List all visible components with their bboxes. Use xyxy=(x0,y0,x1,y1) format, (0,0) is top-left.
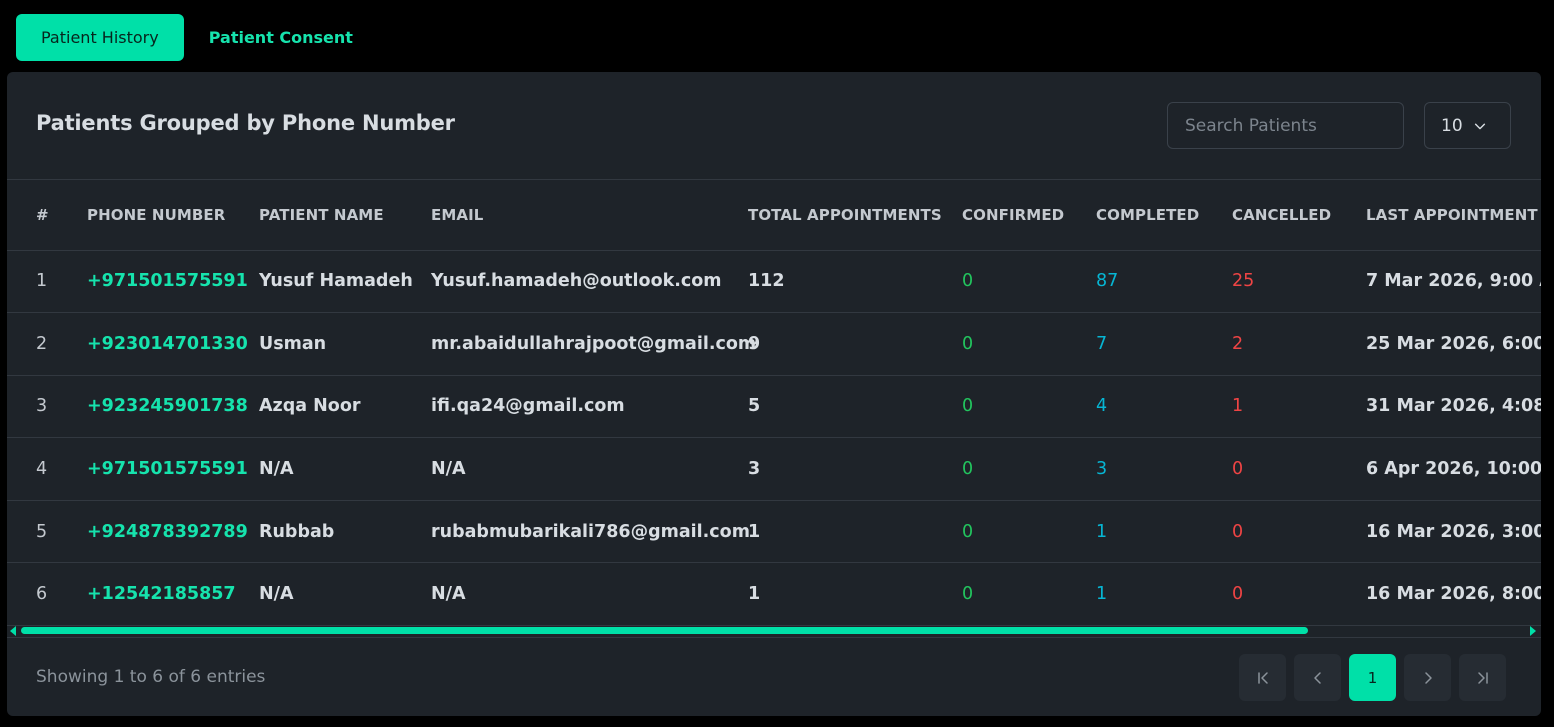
chevron-left-icon xyxy=(1313,671,1321,684)
horizontal-scrollbar[interactable] xyxy=(7,625,1541,637)
cell-last-appointment: 31 Mar 2026, 4:08 PM xyxy=(1366,375,1541,439)
cell-patient-name: N/A xyxy=(259,562,431,627)
card-header: Patients Grouped by Phone Number 10 xyxy=(7,72,1541,180)
cell-cancelled: 2 xyxy=(1232,312,1366,376)
cell-total-appointments: 112 xyxy=(748,250,962,314)
column-header-email[interactable]: EMAIL xyxy=(431,181,748,251)
first-page-button[interactable] xyxy=(1239,654,1286,701)
cell-confirmed: 0 xyxy=(962,375,1096,439)
cell-last-appointment: 16 Mar 2026, 3:00 PM xyxy=(1366,500,1541,564)
cell-total-appointments: 5 xyxy=(748,375,962,439)
page-size-select[interactable]: 10 xyxy=(1424,102,1511,149)
cell-patient-name: Azqa Noor xyxy=(259,375,431,439)
page-title: Patients Grouped by Phone Number xyxy=(36,111,455,135)
cell-email: mr.abaidullahrajpoot@gmail.com xyxy=(431,312,756,376)
column-header-phone[interactable]: PHONE NUMBER xyxy=(87,181,259,251)
cell-confirmed: 0 xyxy=(962,562,1096,627)
patients-table-scroll[interactable]: # PHONE NUMBER PATIENT NAME EMAIL TOTAL … xyxy=(7,181,1541,632)
table-row[interactable]: 2 +923014701330 Usman mr.abaidullahrajpoot@… xyxy=(7,312,1541,376)
pagination: 1 xyxy=(1239,654,1506,701)
column-header-confirmed[interactable]: CONFIRMED xyxy=(962,181,1096,251)
cell-completed: 1 xyxy=(1096,562,1232,627)
patients-card: Patients Grouped by Phone Number 10 # xyxy=(7,72,1541,716)
cell-index: 6 xyxy=(7,562,87,627)
page-button-current[interactable]: 1 xyxy=(1349,654,1396,701)
column-header-last-appointment[interactable]: LAST APPOINTMENT xyxy=(1366,181,1541,251)
cell-index: 3 xyxy=(7,375,87,439)
tab-patient-consent[interactable]: Patient Consent xyxy=(184,14,378,61)
tab-patient-history[interactable]: Patient History xyxy=(16,14,184,61)
table-header-row: # PHONE NUMBER PATIENT NAME EMAIL TOTAL … xyxy=(7,181,1541,251)
cell-confirmed: 0 xyxy=(962,437,1096,501)
table-row[interactable]: 4 +971501575591 N/A N/A 3 0 3 0 6 Apr 2026, 10:0… xyxy=(7,437,1541,501)
cell-last-appointment: 16 Mar 2026, 8:00 AM xyxy=(1366,562,1541,627)
table-footer: Showing 1 to 6 of 6 entries 1 xyxy=(7,637,1541,716)
cell-completed: 1 xyxy=(1096,500,1232,564)
cell-email: N/A xyxy=(431,562,748,627)
cell-phone-number[interactable]: +924878392789 xyxy=(87,500,259,564)
cell-email: rubabmubarikali786@gmail.com xyxy=(431,500,750,564)
cell-cancelled: 0 xyxy=(1232,562,1366,627)
cell-patient-name: N/A xyxy=(259,437,431,501)
cell-last-appointment: 25 Mar 2026, 6:00 PM xyxy=(1366,312,1541,376)
scroll-right-arrow-icon[interactable] xyxy=(1530,626,1536,636)
page-size-value: 10 xyxy=(1441,115,1463,136)
cell-confirmed: 0 xyxy=(962,250,1096,314)
last-page-icon xyxy=(1477,671,1488,684)
column-header-name[interactable]: PATIENT NAME xyxy=(259,181,431,251)
chevron-right-icon xyxy=(1424,671,1432,684)
cell-completed: 7 xyxy=(1096,312,1232,376)
cell-cancelled: 0 xyxy=(1232,437,1366,501)
next-page-button[interactable] xyxy=(1404,654,1451,701)
scrollbar-thumb[interactable] xyxy=(21,627,1308,634)
cell-cancelled: 1 xyxy=(1232,375,1366,439)
tab-bar: Patient History Patient Consent xyxy=(16,14,378,61)
cell-last-appointment: 7 Mar 2026, 9:00 AM xyxy=(1366,250,1541,314)
cell-cancelled: 0 xyxy=(1232,500,1366,564)
prev-page-button[interactable] xyxy=(1294,654,1341,701)
cell-email: Yusuf.hamadeh@outlook.com xyxy=(431,250,748,314)
cell-total-appointments: 1 xyxy=(748,500,962,564)
cell-phone-number[interactable]: +12542185857 xyxy=(87,562,259,627)
cell-confirmed: 0 xyxy=(962,500,1096,564)
cell-email: ifi.qa24@gmail.com xyxy=(431,375,748,439)
column-header-completed[interactable]: COMPLETED xyxy=(1096,181,1232,251)
chevron-down-icon xyxy=(1474,123,1485,129)
cell-index: 4 xyxy=(7,437,87,501)
last-page-button[interactable] xyxy=(1459,654,1506,701)
cell-total-appointments: 3 xyxy=(748,437,962,501)
cell-cancelled: 25 xyxy=(1232,250,1366,314)
cell-completed: 4 xyxy=(1096,375,1232,439)
cell-phone-number[interactable]: +971501575591 xyxy=(87,250,259,314)
cell-total-appointments: 1 xyxy=(748,562,962,627)
cell-total-appointments: 9 xyxy=(748,312,962,376)
search-input[interactable] xyxy=(1167,102,1404,149)
patients-table: # PHONE NUMBER PATIENT NAME EMAIL TOTAL … xyxy=(7,181,1541,627)
cell-completed: 87 xyxy=(1096,250,1232,314)
column-header-index[interactable]: # xyxy=(7,181,87,251)
column-header-total[interactable]: TOTAL APPOINTMENTS xyxy=(748,181,962,251)
cell-confirmed: 0 xyxy=(962,312,1096,376)
cell-phone-number[interactable]: +923014701330 xyxy=(87,312,259,376)
cell-phone-number[interactable]: +971501575591 xyxy=(87,437,259,501)
table-row[interactable]: 1 +971501575591 Yusuf Hamadeh Yusuf.hamadeh… xyxy=(7,250,1541,314)
table-row[interactable]: 3 +923245901738 Azqa Noor ifi.qa24@gmail.co… xyxy=(7,375,1541,439)
scroll-left-arrow-icon[interactable] xyxy=(10,626,16,636)
cell-index: 2 xyxy=(7,312,87,376)
table-row[interactable]: 5 +924878392789 Rubbab rubabmubarikali786@g… xyxy=(7,500,1541,564)
entries-info: Showing 1 to 6 of 6 entries xyxy=(36,667,266,687)
column-header-cancelled[interactable]: CANCELLED xyxy=(1232,181,1366,251)
cell-index: 5 xyxy=(7,500,87,564)
cell-last-appointment: 6 Apr 2026, 10:00 AM xyxy=(1366,437,1541,501)
cell-patient-name: Yusuf Hamadeh xyxy=(259,250,431,314)
cell-completed: 3 xyxy=(1096,437,1232,501)
cell-patient-name: Usman xyxy=(259,312,431,376)
cell-phone-number[interactable]: +923245901738 xyxy=(87,375,259,439)
cell-index: 1 xyxy=(7,250,87,314)
cell-patient-name: Rubbab xyxy=(259,500,431,564)
first-page-icon xyxy=(1257,671,1268,684)
cell-email: N/A xyxy=(431,437,748,501)
table-row[interactable]: 6 +12542185857 N/A N/A 1 0 1 0 16 Mar 2026, 8:00… xyxy=(7,562,1541,627)
